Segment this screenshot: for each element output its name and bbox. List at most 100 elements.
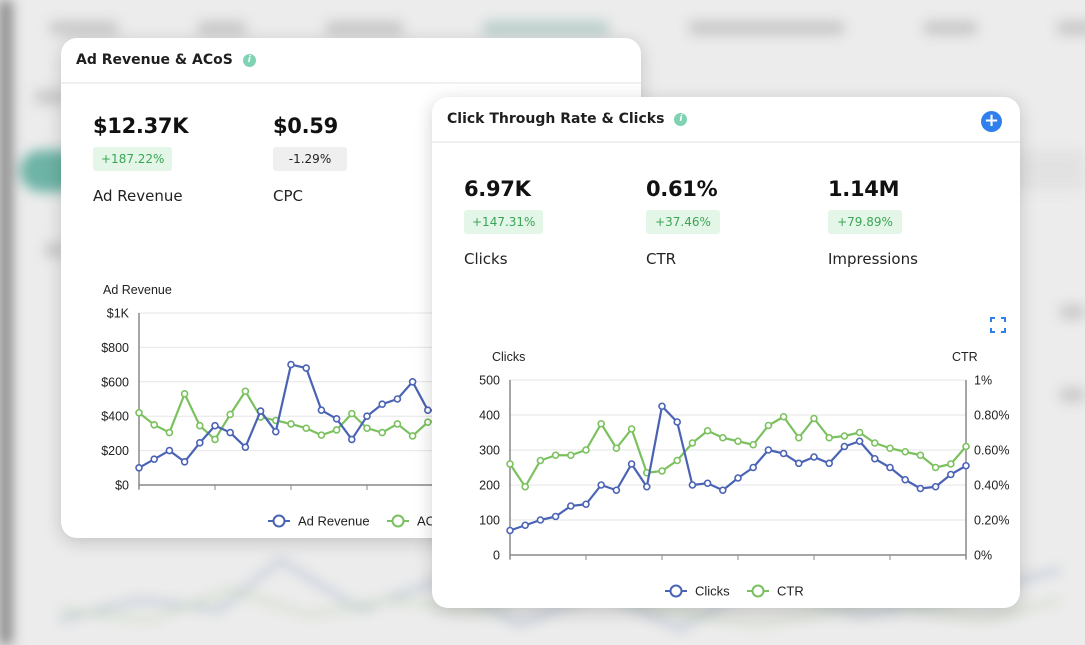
ctr-point — [582, 446, 590, 454]
ctr-legend-marker — [751, 584, 765, 598]
ad-revenue-legend-label: Ad Revenue — [298, 514, 370, 529]
acos-point — [393, 420, 402, 428]
ctr-point — [536, 456, 545, 465]
background-nav-item — [923, 21, 977, 35]
ctr-point — [810, 414, 818, 423]
background-block — [1060, 305, 1085, 319]
clicks-point — [931, 482, 940, 491]
acos-legend-marker — [391, 514, 405, 528]
ctr-point — [673, 456, 681, 465]
y-left-tick-label: 100 — [479, 514, 500, 528]
background-nav-item — [689, 21, 844, 35]
y-right-tick-label: 1% — [974, 374, 992, 388]
y-right-tick-label: 0.20% — [974, 514, 1009, 528]
ctr-point — [962, 442, 970, 451]
ctr-point — [658, 467, 666, 475]
background-nav-item — [50, 21, 118, 35]
ctr-point — [612, 444, 621, 453]
clicks-point — [627, 460, 636, 468]
ctr-point — [506, 460, 514, 468]
acos-point — [211, 435, 219, 444]
clicks-point — [734, 474, 742, 482]
background-block — [1060, 388, 1085, 402]
ad-revenue-point — [196, 439, 204, 447]
ctr-clicks-card: Click Through Rate & Clicks i + 6.97K +1… — [432, 97, 1020, 608]
ctr-point — [855, 428, 864, 437]
clicks-point — [901, 475, 910, 484]
y-right-tick-label: 0.40% — [974, 479, 1009, 493]
ctr-point — [946, 460, 955, 468]
ctr-point — [870, 439, 879, 447]
clicks-point — [718, 486, 727, 495]
clicks-point — [703, 479, 712, 488]
acos-point — [408, 432, 417, 440]
y-tick-label: $800 — [101, 341, 129, 355]
clicks-legend-label: Clicks — [695, 584, 730, 599]
clicks-point — [612, 486, 621, 495]
clicks-point — [840, 442, 849, 451]
ad-revenue-point — [302, 364, 310, 372]
ad-revenue-point — [226, 428, 234, 437]
ctr-point — [551, 451, 560, 460]
clicks-point — [855, 437, 864, 446]
y-left-tick-label: 500 — [479, 374, 500, 388]
y-tick-label: $400 — [101, 410, 129, 424]
ctr-point — [840, 432, 849, 440]
clicks-point — [749, 463, 758, 472]
clicks-point — [567, 502, 575, 510]
clicks-point — [870, 454, 879, 463]
acos-point — [241, 387, 250, 396]
ctr-point — [764, 421, 773, 430]
y-right-tick-label: 0.80% — [974, 409, 1009, 423]
clicks-point — [688, 481, 697, 489]
ctr-point — [749, 440, 758, 449]
acos-point — [363, 424, 371, 433]
ad-revenue-point — [211, 421, 219, 430]
ctr-point — [567, 451, 575, 460]
acos-point — [180, 390, 189, 398]
ctr-clicks-chart: Clicks CTR 0 100 200 300 400 500 0% 0.20% 0.40% 0.6… — [479, 350, 1009, 599]
y-tick-label: $200 — [101, 444, 129, 458]
ctr-point — [931, 463, 940, 472]
ctr-point — [627, 425, 636, 433]
ctr-point — [825, 433, 834, 442]
acos-point — [378, 428, 387, 437]
background-nav-item — [1056, 21, 1085, 35]
ctr-point — [718, 433, 727, 442]
y-tick-label: $0 — [115, 479, 129, 493]
ad-revenue-point — [287, 360, 295, 369]
clicks-point — [643, 482, 651, 491]
ad-revenue-point — [378, 400, 387, 408]
ad-revenue-point — [165, 446, 174, 455]
ctr-point — [597, 419, 605, 428]
background-edge — [0, 0, 14, 645]
y-axis-right-title: CTR — [952, 350, 978, 364]
acos-point — [317, 431, 326, 439]
background-nav-item — [483, 21, 610, 35]
ad-revenue-point — [272, 427, 280, 436]
ctr-point — [794, 433, 803, 442]
clicks-point — [916, 484, 925, 493]
acos-point — [135, 408, 143, 417]
clicks-point — [794, 459, 803, 468]
ad-revenue-point — [423, 406, 432, 414]
background-nav-item — [197, 21, 247, 35]
ad-revenue-point — [347, 435, 356, 444]
ctr-point — [703, 426, 712, 435]
y-axis-left-title: Clicks — [492, 350, 525, 364]
ctr-point — [688, 439, 697, 447]
clicks-point — [764, 446, 773, 454]
clicks-point — [673, 418, 681, 426]
ad-revenue-legend-marker — [272, 514, 286, 528]
clicks-point — [810, 453, 818, 461]
clicks-point — [658, 402, 666, 411]
y-left-tick-label: 200 — [479, 479, 500, 493]
clicks-point — [946, 470, 955, 479]
acos-point — [287, 420, 295, 428]
clicks-point — [551, 512, 560, 521]
acos-point — [165, 428, 174, 437]
clicks-point — [597, 481, 605, 489]
ad-revenue-point — [317, 406, 326, 414]
clicks-point — [536, 516, 545, 524]
y-left-tick-label: 300 — [479, 444, 500, 458]
